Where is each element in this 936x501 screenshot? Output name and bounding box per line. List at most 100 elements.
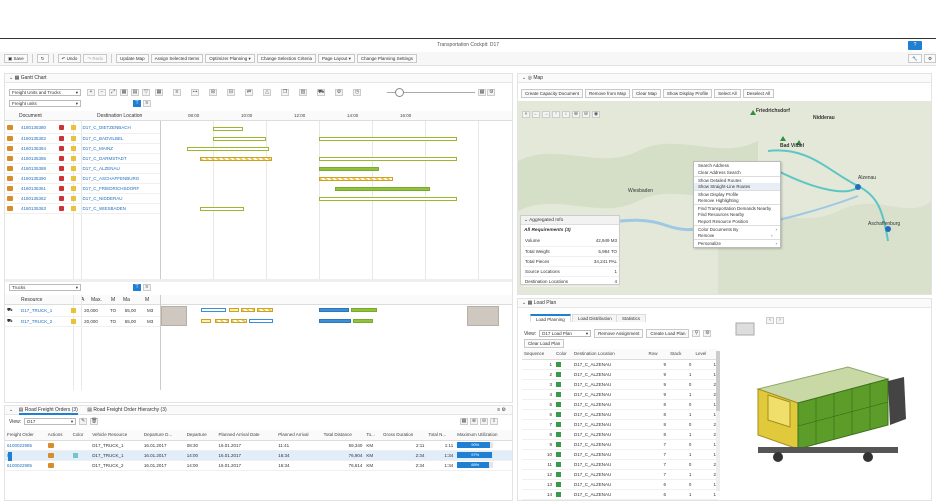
- destination-link[interactable]: D17_C_WIESBADEN: [80, 203, 160, 214]
- gantt-bar[interactable]: [257, 308, 273, 312]
- col-destination-location[interactable]: Destination Location: [572, 349, 647, 360]
- clock-icon[interactable]: ◷: [353, 89, 361, 96]
- gantt-row[interactable]: 4180135384 D17_C_MAINZ: [5, 143, 160, 154]
- menu-item-find-resources[interactable]: Find Resources Nearby: [694, 211, 780, 218]
- gantt-bar[interactable]: [319, 157, 457, 161]
- gantt-bar[interactable]: [335, 187, 430, 191]
- document-link[interactable]: 4180135382: [19, 133, 57, 144]
- collapse-icon[interactable]: ⌄: [522, 300, 526, 306]
- gantt-bar[interactable]: [351, 308, 377, 312]
- destination-link[interactable]: D17_C_DARMSTADT: [80, 153, 160, 164]
- table-row[interactable]: 12 D17_C_ALZENAU 7 1 2: [522, 469, 718, 480]
- tab-road-freight-orders[interactable]: ▤ Road Freight Orders (3): [18, 407, 78, 415]
- splitter-handle[interactable]: [5, 279, 512, 282]
- visibility-icon[interactable]: ◉: [592, 111, 600, 118]
- zoom-out-icon[interactable]: ⊖: [480, 418, 488, 425]
- gantt-row[interactable]: 4180135361 D17_C_FRIEDRICHSDORF: [5, 183, 160, 194]
- action-icon[interactable]: [47, 442, 54, 448]
- alert-icon[interactable]: △: [263, 89, 271, 96]
- destination-link[interactable]: D17_C_MAINZ: [80, 143, 160, 154]
- table-row[interactable]: 6 D17_C_ALZENAU 8 1 1: [522, 409, 718, 420]
- col-color[interactable]: Color: [70, 430, 91, 441]
- table-row[interactable]: 13 D17_C_ALZENAU 6 0 1: [522, 479, 718, 490]
- col-to[interactable]: To...: [364, 430, 381, 441]
- col-gross-duration[interactable]: Gross Duration: [380, 430, 427, 441]
- load-plan-view-select[interactable]: D17 Load Plan ▾: [539, 330, 592, 337]
- gantt-bar[interactable]: [201, 308, 226, 312]
- table-row[interactable]: 1 D17_C_ALZENAU 9 0 1: [522, 359, 718, 370]
- gantt-bar[interactable]: [231, 319, 247, 323]
- col-total-distance[interactable]: Total Distance: [321, 430, 365, 441]
- gantt-bar[interactable]: [249, 319, 273, 323]
- collapse-icon[interactable]: ⌄: [522, 75, 526, 81]
- filter-icon[interactable]: ▽: [142, 89, 150, 96]
- col-planned-arrival-date[interactable]: Planned Arrival Date: [216, 430, 277, 441]
- table-row[interactable]: 14 D17_C_ALZENAU 6 1 1: [522, 489, 718, 500]
- menu-item-personalize[interactable]: Personalize ›: [694, 239, 780, 246]
- truck-icon[interactable]: ⛟: [317, 89, 325, 96]
- gantt-bar[interactable]: [161, 306, 187, 326]
- gantt-bar[interactable]: [200, 157, 272, 161]
- wrench-icon[interactable]: 🔧: [908, 54, 922, 63]
- hierarchy-icon[interactable]: ⊤: [133, 100, 141, 107]
- assign-selected-items-button[interactable]: Assign Selected Items: [150, 54, 204, 63]
- document-link[interactable]: 4180135388: [19, 163, 57, 174]
- flat-list-icon[interactable]: ≡: [143, 100, 151, 107]
- create-capacity-document-button[interactable]: Create Capacity Document: [521, 89, 584, 98]
- gantt-bar[interactable]: [201, 319, 211, 323]
- gantt-row[interactable]: 4180135380 D17_C_DIETZENBACH: [5, 123, 160, 134]
- document-link[interactable]: 4180135386: [19, 153, 57, 164]
- col-departure[interactable]: Departure: [184, 430, 217, 441]
- table-row[interactable]: 5 D17_C_ALZENAU 8 0 1: [522, 399, 718, 410]
- collapse-icon[interactable]: ⌄: [9, 75, 13, 81]
- menu-item-show-detailed-routes[interactable]: Show Detailed Routes: [694, 176, 780, 183]
- table-row[interactable]: 6100022985 D17_TRUCK_1 16.01.2017 08:30 …: [5, 440, 512, 451]
- menu-item-search-address[interactable]: Search Address: [694, 162, 780, 169]
- arrow-up-icon[interactable]: ↑: [552, 111, 560, 118]
- table-row[interactable]: 3 D17_C_ALZENAU 9 0 2: [522, 379, 718, 390]
- gantt-bar[interactable]: [229, 308, 239, 312]
- minus-icon[interactable]: −: [98, 89, 106, 96]
- zoom-slider-handle[interactable]: [395, 88, 404, 97]
- clear-map-button[interactable]: Clear Map: [632, 89, 661, 98]
- layers-icon[interactable]: ❐: [281, 89, 289, 96]
- change-selection-criteria-button[interactable]: Change Selection Criteria: [256, 54, 317, 63]
- destination-link[interactable]: D17_C_FRIEDRICHSDORF: [80, 183, 160, 194]
- action-icon[interactable]: [47, 462, 54, 468]
- document-link[interactable]: 4180135380: [19, 123, 57, 134]
- table-row[interactable]: 11 D17_C_ALZENAU 7 0 2: [522, 459, 718, 470]
- table-row[interactable]: 6100022985 D17_TRUCK_2 16.01.2017 14:00 …: [5, 460, 512, 471]
- gantt-bar[interactable]: [319, 137, 457, 141]
- table-row[interactable]: 2 D17_C_ALZENAU 9 1 1: [522, 369, 718, 380]
- document-link[interactable]: 4180135384: [19, 143, 57, 154]
- gantt-filter-select[interactable]: Freight units ▾: [9, 100, 81, 107]
- freight-order-link[interactable]: 6100022985: [5, 460, 46, 471]
- truck-row[interactable]: ⛟ D17_TRUCK_1 20,000 TO 55,00 M3: [5, 306, 160, 317]
- table-settings-icon[interactable]: ▦: [460, 418, 468, 425]
- col-vehicle-resource[interactable]: Vehicle Resource: [90, 430, 142, 441]
- table-row[interactable]: 8 D17_C_ALZENAU 8 1 2: [522, 429, 718, 440]
- settings-icon[interactable]: ⚙: [703, 330, 712, 337]
- col-maximum-utilization[interactable]: Maximum Utilization: [455, 430, 512, 441]
- col-freight-order[interactable]: Freight Order: [5, 430, 46, 441]
- gantt-row[interactable]: 4180135382 D17_C_BADVILBEL: [5, 133, 160, 144]
- menu-item-find-transportation-demands[interactable]: Find Transportation Demands Nearby: [694, 204, 780, 211]
- document-link[interactable]: 4180135361: [19, 183, 57, 194]
- save-button[interactable]: ▣ Save: [4, 54, 28, 63]
- gantt-row[interactable]: 4180135363 D17_C_WIESBADEN: [5, 203, 160, 214]
- menu-item-remove-highlighting[interactable]: Remove Highlighting: [694, 197, 780, 204]
- destination-link[interactable]: D17_C_ASCHAFFENBURG: [80, 173, 160, 184]
- settings-gear-icon[interactable]: ⚙: [923, 54, 936, 63]
- gantt-bar[interactable]: [213, 127, 243, 131]
- arrow-right-icon[interactable]: →: [542, 111, 550, 118]
- destination-link[interactable]: D17_C_ALZENAU: [80, 163, 160, 174]
- remove-assignment-button[interactable]: Remove Assignment: [594, 329, 644, 338]
- tab-statistics[interactable]: Statistics: [616, 314, 647, 322]
- col-level[interactable]: Level: [693, 349, 718, 360]
- col-stack[interactable]: Stack: [668, 349, 694, 360]
- destination-link[interactable]: D17_C_BADVILBEL: [80, 133, 160, 144]
- hierarchy-icon[interactable]: ⊤: [133, 284, 141, 291]
- destination-link[interactable]: D17_C_DIETZENBACH: [80, 123, 160, 134]
- update-map-button[interactable]: Update Map: [116, 54, 149, 63]
- resource-link[interactable]: D17_TRUCK_2: [19, 316, 69, 327]
